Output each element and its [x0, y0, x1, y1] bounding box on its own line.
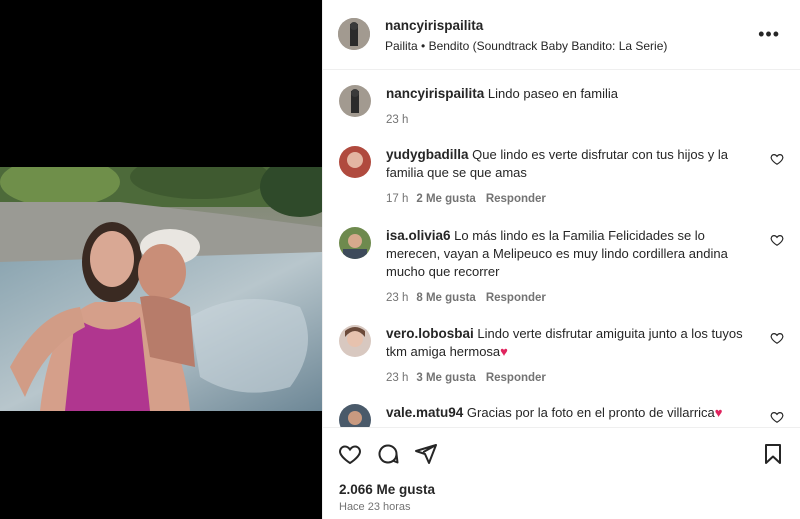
avatar[interactable] — [338, 18, 370, 50]
caption-time[interactable]: 23 h — [386, 114, 408, 126]
media-panel — [0, 0, 322, 519]
avatar-image — [339, 325, 371, 357]
reply-button[interactable]: Responder — [486, 193, 546, 205]
post-subtitle: Pailita • Bendito (Soundtrack Baby Bandi… — [385, 39, 667, 53]
post-time[interactable]: Hace 23 horas — [339, 501, 411, 513]
like-comment-icon[interactable] — [770, 331, 784, 345]
audio-link[interactable]: Bendito (Soundtrack Baby Bandito: La Ser… — [429, 39, 668, 53]
avatar[interactable] — [339, 146, 371, 178]
comment-item: vero.lobosbai Lindo verte disfrutar amig… — [339, 325, 784, 395]
comment-meta: 23 h 8 Me gusta Responder — [386, 289, 752, 307]
avatar-image — [339, 146, 371, 178]
caption-item: nancyirispailita Lindo paseo en familia … — [339, 85, 784, 135]
avatar[interactable] — [339, 325, 371, 357]
avatar-image — [339, 227, 371, 259]
avatar[interactable] — [339, 404, 371, 427]
more-icon[interactable]: ••• — [758, 24, 780, 45]
comment-time[interactable]: 23 h — [386, 372, 408, 384]
comment-meta: 23 h 3 Me gusta Responder — [386, 369, 752, 387]
avatar-image — [338, 18, 370, 50]
subtitle-separator: • — [421, 39, 426, 53]
reply-button[interactable]: Responder — [486, 292, 546, 304]
comment-bubble-icon[interactable] — [376, 442, 400, 466]
reply-button[interactable]: Responder — [486, 372, 546, 384]
comment-time[interactable]: 17 h — [386, 193, 408, 205]
comment-likes[interactable]: 2 Me gusta — [416, 193, 475, 205]
avatar-image — [339, 85, 371, 117]
comment-likes[interactable]: 3 Me gusta — [416, 372, 475, 384]
likes-count[interactable]: 2.066 Me gusta — [339, 482, 435, 497]
post-username[interactable]: nancyirispailita — [385, 18, 483, 33]
comment-body: yudygbadilla Que lindo es verte disfruta… — [386, 146, 752, 208]
comment-time[interactable]: 23 h — [386, 292, 408, 304]
comment-body: isa.olivia6 Lo más lindo es la Familia F… — [386, 227, 752, 307]
comment-username[interactable]: vale.matu94 — [386, 405, 463, 420]
save-bookmark-icon[interactable] — [761, 442, 785, 466]
comment-body: vale.matu94 Gracias por la foto en el pr… — [386, 404, 752, 422]
comment-meta: 17 h 2 Me gusta Responder — [386, 190, 752, 208]
like-comment-icon[interactable] — [770, 233, 784, 247]
photo-image — [0, 167, 322, 411]
comment-username[interactable]: vero.lobosbai — [386, 326, 474, 341]
caption-text: Lindo paseo en familia — [487, 86, 619, 101]
like-comment-icon[interactable] — [770, 152, 784, 166]
comment-likes[interactable]: 8 Me gusta — [416, 292, 475, 304]
comment-username[interactable]: isa.olivia6 — [386, 228, 451, 243]
comment-body: vero.lobosbai Lindo verte disfrutar amig… — [386, 325, 752, 387]
like-comment-icon[interactable] — [770, 410, 784, 424]
details-panel: nancyirispailita Pailita • Bendito (Soun… — [322, 0, 800, 519]
heart-emoji: ♥ — [500, 344, 508, 359]
location-link[interactable]: Pailita — [385, 39, 418, 53]
avatar[interactable] — [339, 85, 371, 117]
action-bar: 2.066 Me gusta Hace 23 horas — [323, 427, 800, 519]
comments-list: nancyirispailita Lindo paseo en familia … — [323, 71, 800, 427]
comment-item: vale.matu94 Gracias por la foto en el pr… — [339, 404, 784, 427]
comment-text: Gracias por la foto en el pronto de vill… — [466, 405, 715, 420]
caption-username[interactable]: nancyirispailita — [386, 86, 484, 101]
comment-item: isa.olivia6 Lo más lindo es la Familia F… — [339, 227, 784, 317]
caption-body: nancyirispailita Lindo paseo en familia … — [386, 85, 752, 129]
like-heart-icon[interactable] — [338, 442, 362, 466]
share-paper-plane-icon[interactable] — [414, 442, 438, 466]
caption-meta: 23 h — [386, 111, 752, 129]
heart-emoji: ♥ — [714, 405, 723, 420]
avatar[interactable] — [339, 227, 371, 259]
post-photo[interactable] — [0, 167, 322, 411]
comment-item: yudygbadilla Que lindo es verte disfruta… — [339, 146, 784, 216]
post-modal: nancyirispailita Pailita • Bendito (Soun… — [0, 0, 800, 519]
avatar-image — [339, 404, 371, 427]
post-header: nancyirispailita Pailita • Bendito (Soun… — [323, 0, 800, 70]
comment-username[interactable]: yudygbadilla — [386, 147, 469, 162]
